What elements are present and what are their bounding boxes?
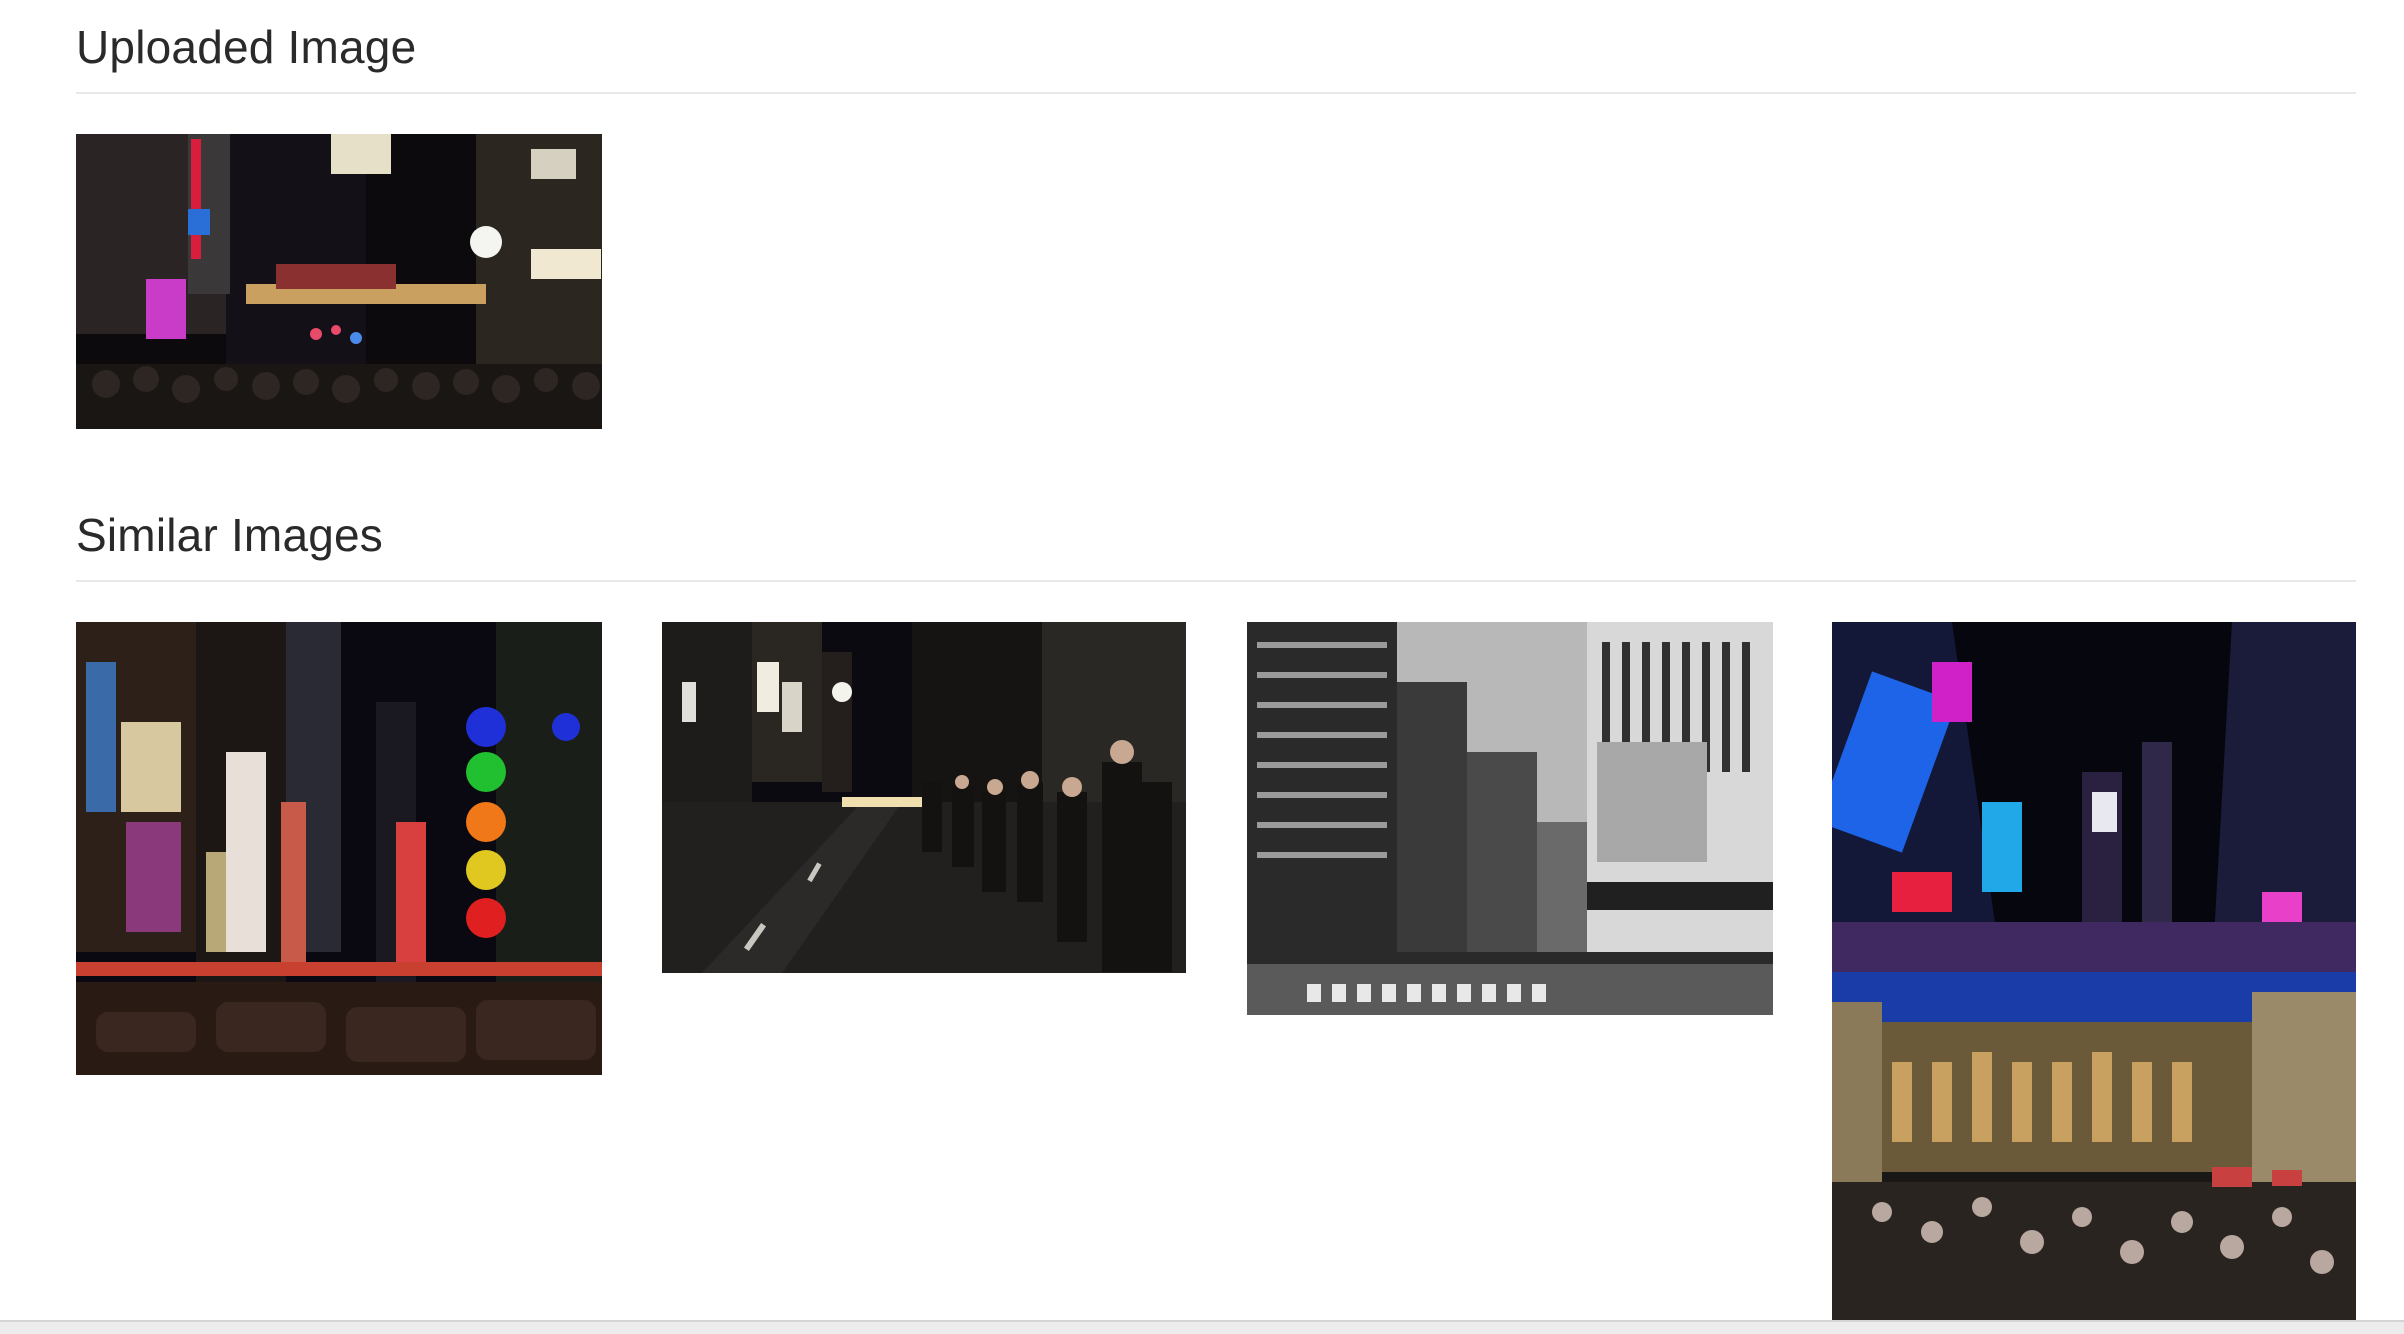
night-street-crowd-photo xyxy=(76,134,602,429)
night-street-queue-photo xyxy=(662,622,1186,973)
grayscale-city-intersection-photo xyxy=(1247,622,1773,1015)
similar-image-3[interactable] xyxy=(1247,622,1773,1015)
similar-images-heading: Similar Images xyxy=(76,509,383,561)
uploaded-image-heading: Uploaded Image xyxy=(76,21,417,73)
similar-divider xyxy=(76,580,2356,582)
times-square-and-grand-place-photo xyxy=(1832,622,2356,1320)
similar-image-4[interactable] xyxy=(1832,622,2356,1320)
similar-image-1[interactable] xyxy=(76,622,602,1075)
horizontal-scrollbar[interactable] xyxy=(0,1320,2404,1334)
uploaded-divider xyxy=(76,92,2356,94)
uploaded-image[interactable] xyxy=(76,134,602,429)
similar-image-2[interactable] xyxy=(662,622,1186,973)
times-square-night-photo xyxy=(76,622,602,1075)
results-page: Uploaded Image Similar Images xyxy=(0,0,2404,1334)
